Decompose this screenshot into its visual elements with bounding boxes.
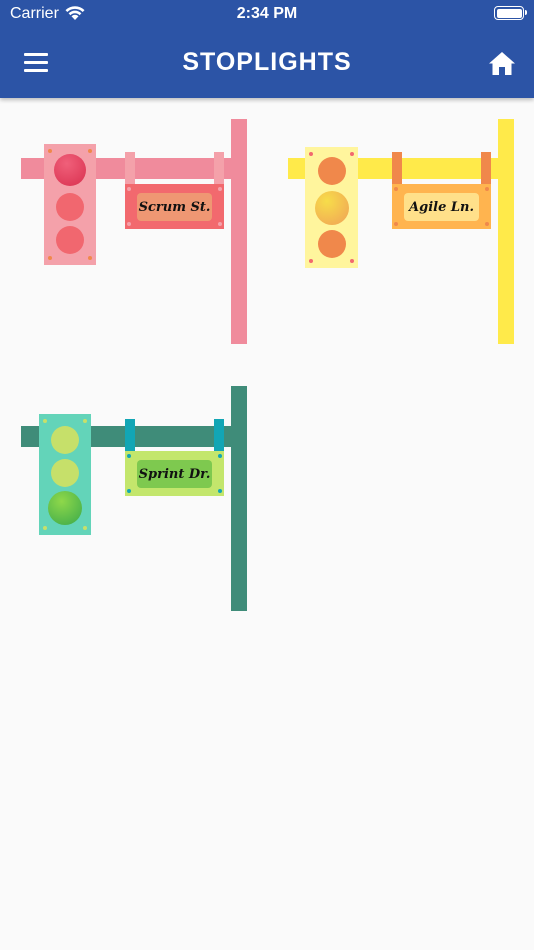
- sign-strap: [125, 419, 135, 455]
- sign-strap: [214, 419, 224, 455]
- street-name: Scrum St.: [138, 199, 211, 215]
- stoplight-pole: [498, 119, 514, 344]
- street-name-plate: Agile Ln.: [404, 193, 479, 221]
- green-lamp[interactable]: [56, 226, 84, 254]
- green-lamp[interactable]: [48, 491, 82, 525]
- signal-box: [44, 144, 96, 265]
- street-name: Sprint Dr.: [138, 466, 211, 482]
- sign-strap: [125, 152, 135, 188]
- street-sign: Agile Ln.: [392, 184, 491, 229]
- street-name-plate: Scrum St.: [137, 193, 212, 221]
- home-icon[interactable]: [488, 50, 516, 76]
- signal-box: [305, 147, 358, 268]
- green-lamp[interactable]: [318, 230, 346, 258]
- status-time: 2:34 PM: [236, 5, 298, 22]
- sign-strap: [214, 152, 224, 188]
- stoplight-pole: [231, 119, 247, 344]
- street-name-plate: Sprint Dr.: [137, 460, 212, 488]
- red-lamp[interactable]: [318, 157, 346, 185]
- street-name: Agile Ln.: [409, 199, 474, 215]
- street-sign: Scrum St.: [125, 184, 224, 229]
- status-bar: Carrier 2:34 PM: [0, 0, 534, 28]
- yellow-lamp[interactable]: [56, 193, 84, 221]
- red-lamp[interactable]: [51, 426, 79, 454]
- stoplights-screen: Carrier 2:34 PM STOPLIGHTS Scrum St. Agi…: [0, 0, 534, 950]
- yellow-lamp[interactable]: [315, 191, 349, 225]
- page-title: STOPLIGHTS: [182, 48, 352, 76]
- stoplight-pole: [231, 386, 247, 611]
- battery-icon: [494, 6, 527, 20]
- red-lamp[interactable]: [54, 154, 86, 186]
- app-header: Carrier 2:34 PM STOPLIGHTS: [0, 0, 534, 98]
- yellow-lamp[interactable]: [51, 459, 79, 487]
- signal-box: [39, 414, 91, 535]
- street-sign: Sprint Dr.: [125, 451, 224, 496]
- sign-strap: [392, 152, 402, 188]
- sign-strap: [481, 152, 491, 188]
